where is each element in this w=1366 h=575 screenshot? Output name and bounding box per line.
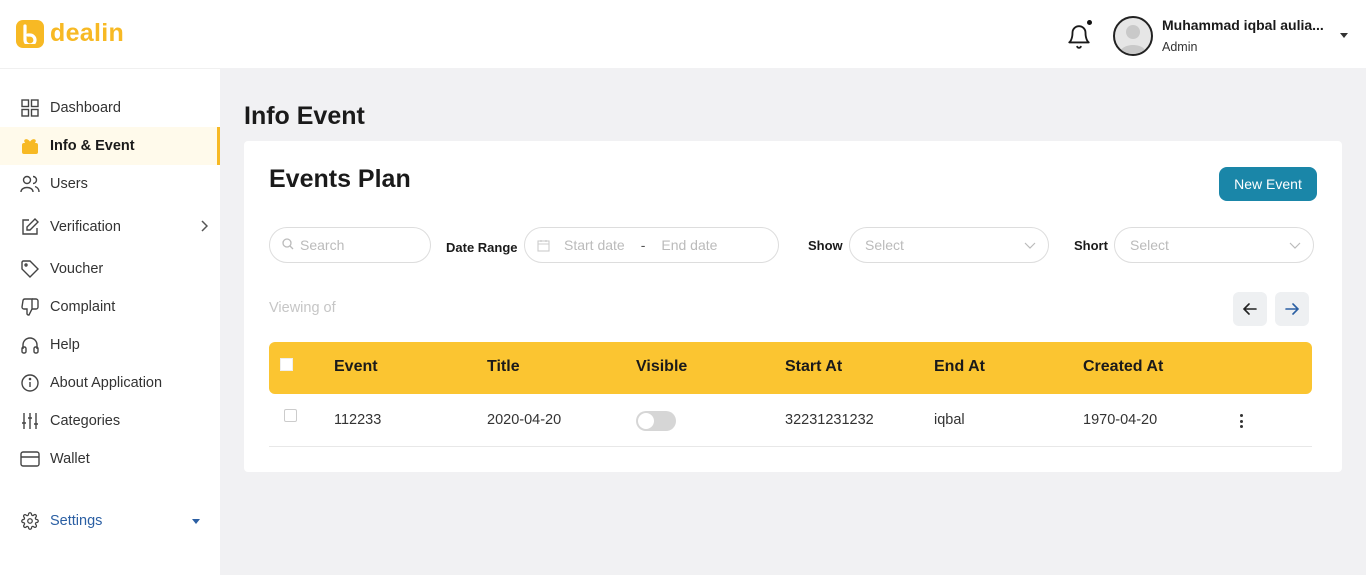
grid-icon	[20, 98, 40, 118]
show-label: Show	[808, 238, 843, 253]
column-header-created-at[interactable]: Created At	[1083, 358, 1163, 376]
sidebar-item-label: Categories	[50, 413, 121, 429]
cell-end-at: iqbal	[934, 412, 965, 428]
show-select[interactable]: Select	[849, 227, 1049, 263]
events-card: Events Plan New Event Search Date Range …	[244, 141, 1342, 472]
column-header-event[interactable]: Event	[334, 358, 378, 376]
table-header: Event Title Visible Start At End At Crea…	[269, 342, 1312, 394]
sidebar-item-label: Wallet	[50, 451, 90, 467]
sidebar-item-verification[interactable]: Verification	[0, 208, 220, 246]
search-icon	[282, 237, 294, 253]
chevron-down-icon[interactable]	[1340, 33, 1348, 38]
chevron-down-icon	[1024, 238, 1036, 254]
gift-icon	[20, 136, 40, 156]
cell-start-at: 32231231232	[785, 412, 874, 428]
date-range-label: Date Range	[446, 240, 518, 255]
end-date-field[interactable]: End date	[661, 237, 717, 253]
row-checkbox[interactable]	[284, 409, 297, 422]
user-role: Admin	[1162, 40, 1198, 54]
users-icon	[20, 174, 40, 194]
search-input[interactable]: Search	[269, 227, 431, 263]
page-title: Info Event	[244, 102, 365, 130]
gear-icon	[20, 511, 40, 531]
select-all-checkbox[interactable]	[280, 358, 293, 371]
card-title: Events Plan	[269, 165, 411, 193]
short-select[interactable]: Select	[1114, 227, 1314, 263]
sidebar-item-users[interactable]: Users	[0, 165, 220, 203]
column-header-end-at[interactable]: End At	[934, 358, 985, 376]
short-select-value: Select	[1130, 237, 1169, 253]
sidebar-item-label: Users	[50, 176, 88, 192]
avatar[interactable]	[1113, 16, 1153, 56]
sidebar-item-label: Info & Event	[50, 138, 135, 154]
sidebar-item-complaint[interactable]: Complaint	[0, 288, 220, 326]
sidebar-item-settings[interactable]: Settings	[0, 502, 220, 540]
sidebar-item-label: Settings	[50, 513, 103, 529]
prev-page-button[interactable]	[1233, 292, 1267, 326]
sidebar-item-label: Verification	[50, 219, 121, 235]
viewing-text: Viewing of	[269, 300, 336, 316]
notification-dot	[1087, 20, 1092, 25]
date-range-input[interactable]: Start date - End date	[524, 227, 779, 263]
logo-icon	[16, 19, 44, 48]
sidebar: Dashboard Info & Event Users Verificatio…	[0, 68, 220, 575]
headphones-icon	[20, 335, 40, 355]
cell-created-at: 1970-04-20	[1083, 412, 1158, 428]
top-bar: dealin Muhammad iqbal aulia... Admin	[0, 0, 1366, 68]
chevron-right-icon	[200, 220, 209, 236]
more-options-icon[interactable]	[1233, 412, 1249, 430]
toggle-knob	[638, 413, 654, 429]
edit-icon	[20, 217, 40, 237]
new-event-button[interactable]: New Event	[1219, 167, 1317, 201]
sidebar-item-help[interactable]: Help	[0, 326, 220, 364]
sidebar-item-categories[interactable]: Categories	[0, 402, 220, 440]
user-name[interactable]: Muhammad iqbal aulia...	[1162, 17, 1342, 33]
sidebar-item-wallet[interactable]: Wallet	[0, 440, 220, 478]
sidebar-item-voucher[interactable]: Voucher	[0, 250, 220, 288]
start-date-field[interactable]: Start date	[564, 237, 625, 253]
chevron-down-icon	[1289, 238, 1301, 254]
arrow-right-icon	[1285, 303, 1299, 315]
sidebar-item-about[interactable]: About Application	[0, 364, 220, 402]
arrow-left-icon	[1243, 303, 1257, 315]
short-label: Short	[1074, 238, 1108, 253]
cell-event: 112233	[334, 412, 382, 428]
bell-icon[interactable]	[1066, 24, 1092, 50]
visible-toggle[interactable]	[636, 411, 676, 431]
column-header-title[interactable]: Title	[487, 358, 520, 376]
table-row: 112233 2020-04-20 32231231232 iqbal 1970…	[269, 394, 1312, 447]
sidebar-item-label: About Application	[50, 375, 163, 391]
column-header-visible[interactable]: Visible	[636, 358, 687, 376]
logo[interactable]: dealin	[16, 19, 124, 48]
cell-title: 2020-04-20	[487, 412, 562, 428]
column-header-start-at[interactable]: Start At	[785, 358, 842, 376]
search-placeholder: Search	[300, 237, 345, 253]
info-icon	[20, 373, 40, 393]
sidebar-item-label: Voucher	[50, 261, 104, 277]
sidebar-item-info-event[interactable]: Info & Event	[0, 127, 220, 165]
wallet-icon	[20, 449, 40, 469]
next-page-button[interactable]	[1275, 292, 1309, 326]
logo-text: dealin	[50, 19, 125, 47]
sliders-icon	[20, 411, 40, 431]
sidebar-item-dashboard[interactable]: Dashboard	[0, 89, 220, 127]
show-select-value: Select	[865, 237, 904, 253]
sidebar-item-label: Help	[50, 337, 80, 353]
calendar-icon	[537, 239, 550, 252]
thumbs-down-icon	[20, 297, 40, 317]
sidebar-item-label: Dashboard	[50, 100, 121, 116]
caret-down-icon	[192, 519, 200, 524]
tag-icon	[20, 259, 40, 279]
sidebar-item-label: Complaint	[50, 299, 116, 315]
date-separator: -	[640, 237, 646, 253]
